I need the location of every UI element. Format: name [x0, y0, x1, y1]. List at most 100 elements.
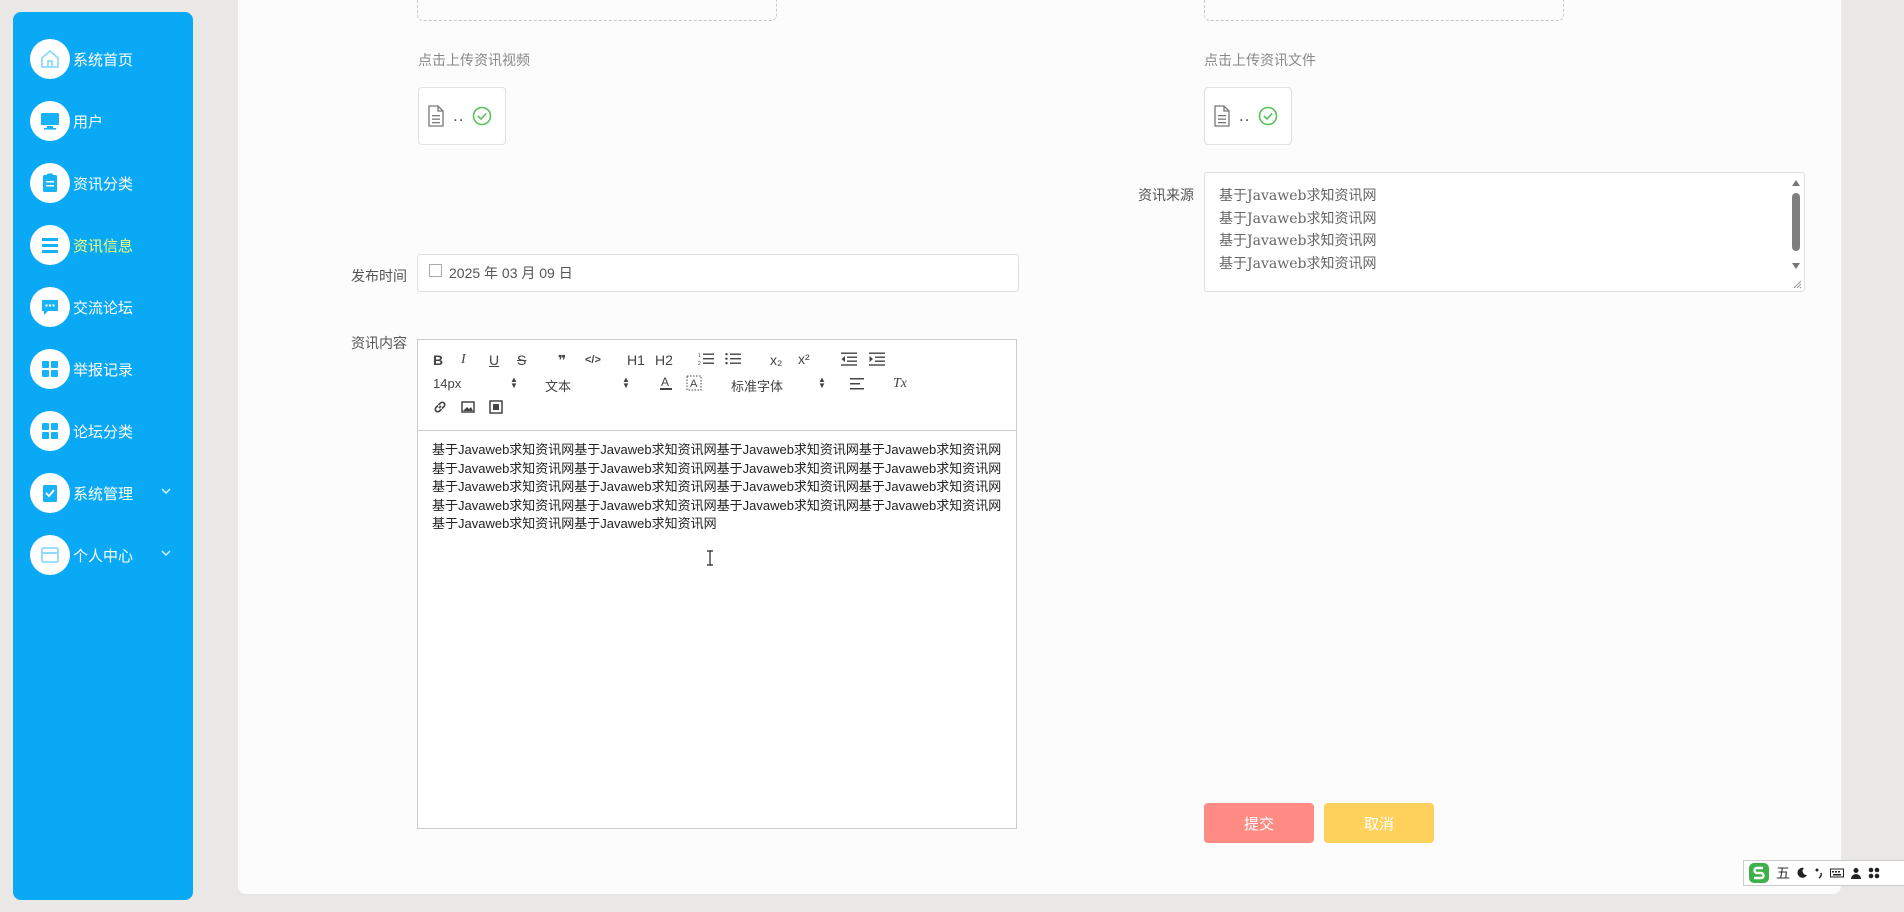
- svg-text:A: A: [690, 378, 698, 390]
- source-textarea[interactable]: 基于Javaweb求知资讯网 基于Javaweb求知资讯网 基于Javaweb求…: [1204, 172, 1805, 292]
- image-icon[interactable]: [461, 400, 475, 414]
- calendar-icon: [429, 263, 442, 277]
- text-color-icon[interactable]: A: [658, 375, 674, 391]
- editor-toolbar: B I U S ❞ </> H1 H2 12 x₂ x² 14px ▲ ▼ 文本 …: [418, 340, 1016, 431]
- scroll-down-arrow-icon[interactable]: [1792, 263, 1800, 269]
- scroll-up-arrow-icon[interactable]: [1792, 180, 1800, 186]
- source-line: 基于Javaweb求知资讯网: [1219, 188, 1377, 204]
- clipboard-icon: [30, 163, 70, 203]
- scrollbar-thumb[interactable]: [1792, 193, 1800, 251]
- italic-button[interactable]: I: [461, 352, 466, 368]
- sidebar-item-label: 交流论坛: [73, 299, 134, 317]
- video-upload-dropzone[interactable]: [417, 0, 777, 21]
- sidebar-item-users[interactable]: 用户: [30, 101, 180, 141]
- svg-text:2: 2: [698, 361, 701, 366]
- grid-icon: [30, 349, 70, 389]
- checklist-icon: [30, 473, 70, 513]
- ime-toolbar[interactable]: 五: [1743, 860, 1904, 886]
- sidebar-item-label: 论坛分类: [73, 423, 134, 441]
- svg-text:1: 1: [698, 353, 701, 359]
- sidebar-item-system-management[interactable]: 系统管理: [30, 473, 180, 513]
- grid-icon: [30, 411, 70, 451]
- file-upload-caption[interactable]: 点击上传资讯文件: [1204, 50, 1316, 70]
- indent-icon[interactable]: [869, 352, 885, 366]
- subscript-button[interactable]: x₂: [770, 352, 782, 368]
- sidebar-item-news-category[interactable]: 资讯分类: [30, 163, 180, 203]
- main-form-panel: 点击上传资讯视频 点击上传资讯文件 .. .. 资讯来源 基于Javaweb求知…: [238, 0, 1904, 894]
- sidebar-item-forum[interactable]: 交流论坛: [30, 287, 180, 327]
- source-line: 基于Javaweb求知资讯网: [1219, 233, 1377, 249]
- card-icon: [30, 535, 70, 575]
- sidebar-item-home[interactable]: 系统首页: [30, 39, 180, 79]
- bullet-list-icon[interactable]: [725, 352, 741, 366]
- file-name: ..: [1239, 106, 1251, 125]
- svg-text:A: A: [661, 375, 669, 389]
- font-size-select[interactable]: 14px ▲ ▼: [433, 375, 518, 392]
- h2-button[interactable]: H2: [655, 352, 673, 368]
- sidebar-item-forum-category[interactable]: 论坛分类: [30, 411, 180, 451]
- editor-content[interactable]: 基于Javaweb求知资讯网基于Javaweb求知资讯网基于Javaweb求知资…: [418, 431, 1016, 544]
- background-color-icon[interactable]: A: [686, 375, 702, 391]
- home-icon: [30, 39, 70, 79]
- video-icon[interactable]: [489, 400, 503, 414]
- sidebar-item-label: 系统管理: [73, 485, 134, 503]
- sidebar: 系统首页 用户 资讯分类 资讯信息 交流论坛 举报记录 论坛分类 系统管理 个人…: [13, 12, 193, 900]
- document-icon: [1214, 105, 1230, 127]
- document-icon: [428, 105, 444, 127]
- cancel-button[interactable]: 取消: [1324, 803, 1434, 843]
- ordered-list-icon[interactable]: 12: [698, 352, 714, 366]
- sidebar-item-reports[interactable]: 举报记录: [30, 349, 180, 389]
- blockquote-button[interactable]: ❞: [558, 352, 566, 368]
- source-line: 基于Javaweb求知资讯网: [1219, 255, 1377, 272]
- select-arrows-icon: ▲ ▼: [622, 375, 630, 390]
- chevron-down-icon: [161, 488, 171, 494]
- text-cursor-icon: [707, 550, 713, 566]
- bold-button[interactable]: B: [433, 352, 443, 368]
- outdent-icon[interactable]: [841, 352, 857, 366]
- source-label: 资讯来源: [1138, 187, 1194, 203]
- punctuation-icon[interactable]: [1814, 867, 1824, 879]
- video-upload-caption[interactable]: 点击上传资讯视频: [418, 50, 530, 70]
- file-name: ..: [453, 106, 465, 125]
- sidebar-item-label: 系统首页: [73, 51, 134, 69]
- format-value: 文本: [545, 379, 572, 394]
- rich-text-editor[interactable]: B I U S ❞ </> H1 H2 12 x₂ x² 14px ▲ ▼ 文本 …: [417, 339, 1017, 829]
- code-block-button[interactable]: </>: [585, 352, 601, 368]
- sogou-logo-icon: [1749, 863, 1769, 883]
- underline-button[interactable]: U: [489, 352, 499, 368]
- sidebar-item-personal-center[interactable]: 个人中心: [30, 535, 180, 575]
- keyboard-icon[interactable]: [1830, 867, 1844, 879]
- format-select[interactable]: 文本 ▲ ▼: [545, 376, 630, 395]
- sidebar-item-label: 个人中心: [73, 547, 134, 565]
- select-arrows-icon: ▲ ▼: [510, 375, 518, 390]
- apps-icon[interactable]: [1868, 867, 1880, 879]
- source-scrollbar[interactable]: [1790, 177, 1802, 281]
- monitor-icon: [30, 101, 70, 141]
- resize-grip-icon[interactable]: [1792, 279, 1802, 289]
- superscript-button[interactable]: x²: [798, 351, 810, 367]
- uploaded-video-card[interactable]: ..: [418, 87, 506, 145]
- link-icon[interactable]: [433, 400, 447, 414]
- clear-format-button[interactable]: Tx: [893, 376, 907, 392]
- uploaded-file-card[interactable]: ..: [1204, 87, 1292, 145]
- source-line: 基于Javaweb求知资讯网: [1219, 210, 1377, 227]
- publish-time-input[interactable]: 2025 年 03 月 09 日: [417, 254, 1019, 292]
- chevron-down-icon: [161, 550, 171, 556]
- strike-button[interactable]: S: [517, 352, 526, 368]
- font-family-select[interactable]: 标准字体 ▲ ▼: [731, 376, 826, 395]
- moon-icon[interactable]: [1796, 867, 1808, 879]
- list-icon: [30, 225, 70, 265]
- submit-button[interactable]: 提交: [1204, 803, 1314, 843]
- content-label: 资讯内容: [351, 335, 407, 351]
- sidebar-item-label: 资讯信息: [73, 237, 134, 255]
- h1-button[interactable]: H1: [627, 352, 645, 368]
- font-size-value: 14px: [433, 376, 462, 391]
- file-upload-dropzone[interactable]: [1204, 0, 1564, 21]
- check-circle-icon: [473, 106, 492, 126]
- sidebar-item-label: 用户: [73, 113, 104, 131]
- align-left-icon[interactable]: [850, 377, 866, 391]
- ime-mode[interactable]: 五: [1776, 863, 1790, 883]
- user-icon[interactable]: [1850, 867, 1862, 879]
- chat-icon: [30, 287, 70, 327]
- sidebar-item-news-info[interactable]: 资讯信息: [30, 225, 180, 265]
